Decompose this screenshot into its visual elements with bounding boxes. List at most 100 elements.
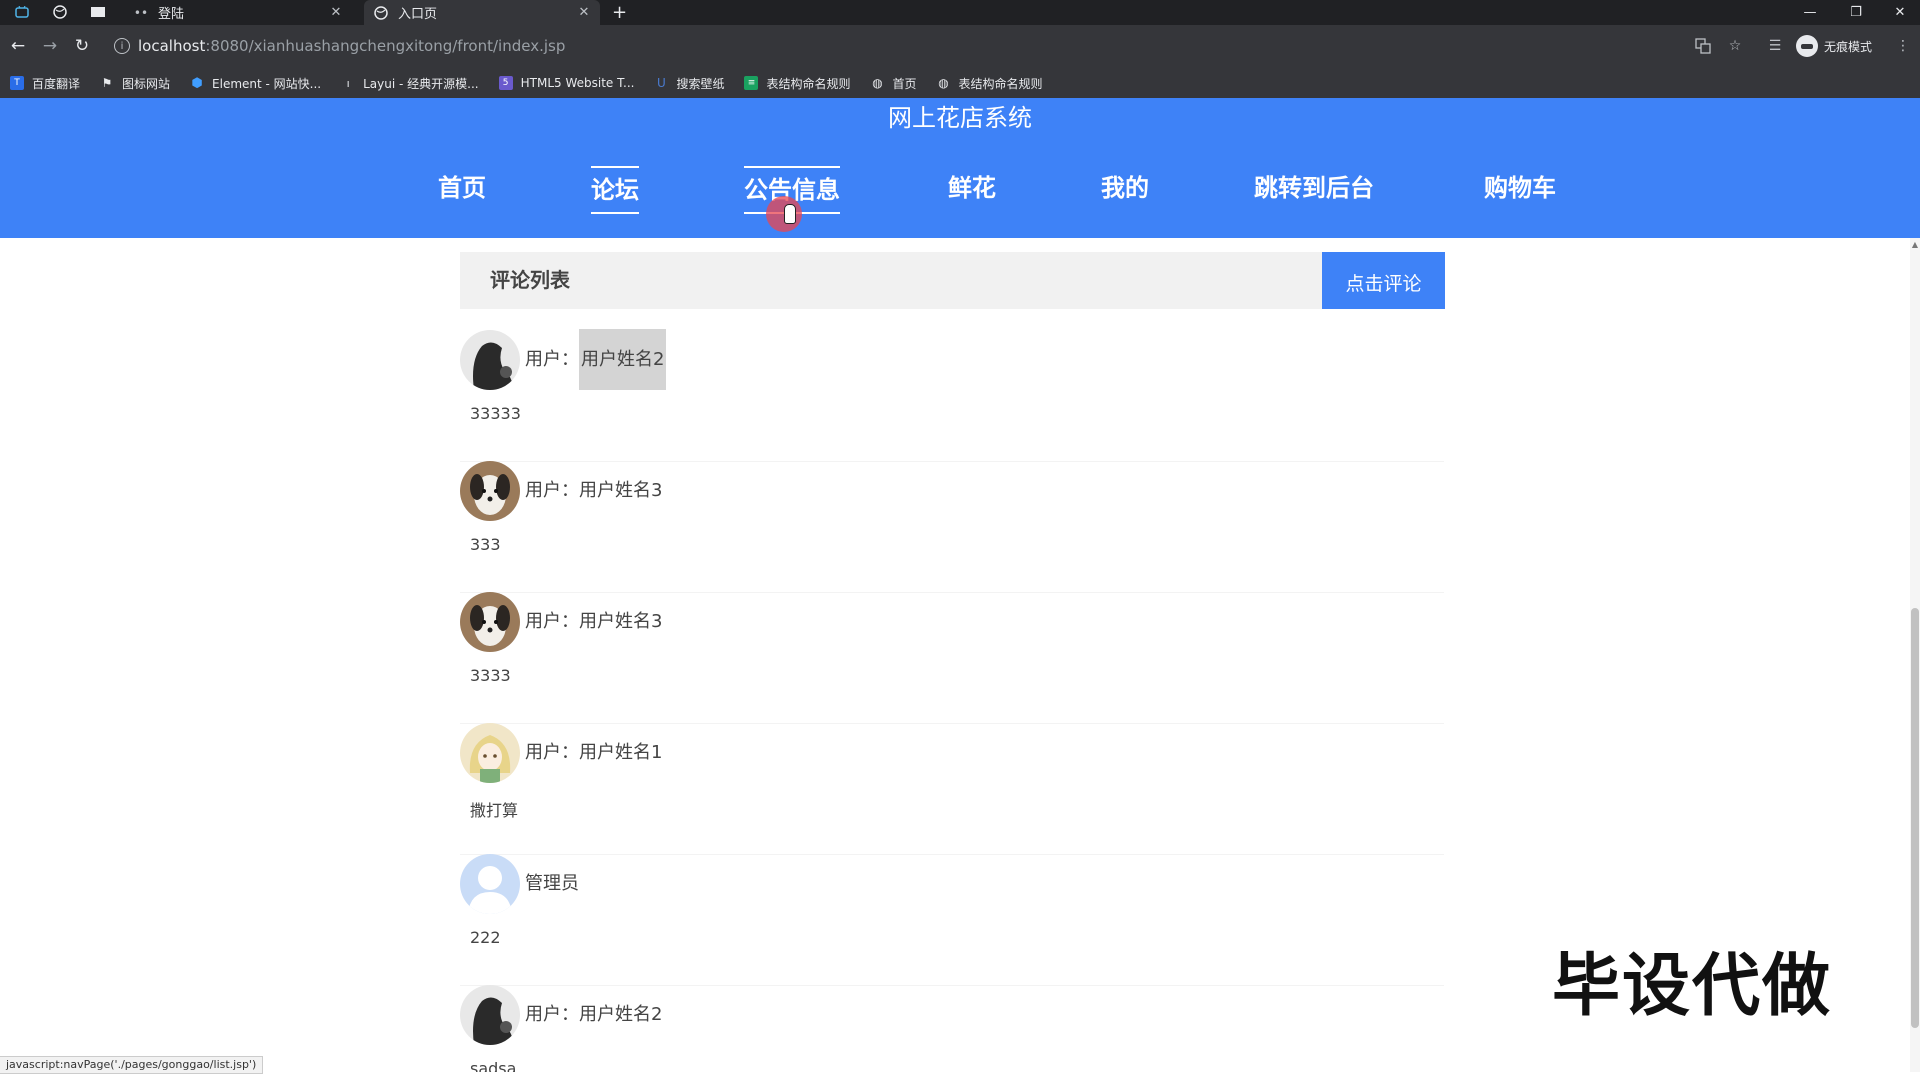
flag-icon: ⚑ — [101, 76, 113, 90]
comment-text: 3333 — [470, 666, 511, 685]
bookmark-html5[interactable]: 5 HTML5 Website T... — [498, 76, 635, 90]
comment-text: 333 — [470, 535, 501, 554]
globe-icon — [374, 5, 388, 20]
address-bar: ← → ↻ i localhost:8080/xianhuashangcheng… — [0, 25, 1920, 68]
comment-user: 管理员 — [525, 854, 579, 914]
layui-icon: ı — [346, 76, 350, 90]
user-prefix: 用户： — [525, 480, 579, 501]
bookmark-baidu-translate[interactable]: T 百度翻译 — [10, 75, 80, 92]
translate-icon[interactable] — [1694, 37, 1712, 55]
bookmark-label: Element - 网站快... — [212, 76, 322, 91]
menu-icon[interactable]: ⋮ — [1894, 37, 1912, 55]
comment-text: 222 — [470, 928, 501, 947]
new-tab-icon[interactable]: + — [612, 2, 627, 23]
comment-item: 用户：用户姓名3 333 — [460, 461, 1444, 593]
bookmark-wallpaper[interactable]: U 搜索壁纸 — [654, 75, 724, 92]
wallpaper-icon: U — [657, 76, 666, 90]
close-icon[interactable]: ✕ — [576, 5, 592, 20]
bookmark-label: Layui - 经典开源模... — [363, 76, 479, 91]
url-host: localhost — [138, 37, 206, 55]
user-name: 用户姓名3 — [579, 480, 663, 501]
user-prefix: 用户： — [525, 611, 579, 632]
browser-tab-bar: •• 登陆 ✕ 入口页 ✕ + — ❐ ✕ — [0, 0, 1920, 25]
comment-user: 用户：用户姓名2 — [525, 985, 662, 1045]
comment-user: 用户：用户姓名2 — [525, 329, 667, 390]
bilibili-icon[interactable] — [14, 4, 30, 20]
bookmark-label: 表结构命名规则 — [766, 76, 851, 91]
window-icon[interactable] — [90, 4, 106, 20]
comment-list-title: 评论列表 — [490, 268, 570, 292]
comment-user: 用户：用户姓名3 — [525, 461, 662, 521]
globe-icon: ◍ — [938, 76, 949, 90]
user-name: 用户姓名3 — [579, 611, 663, 632]
bookmark-label: 搜索壁纸 — [676, 76, 725, 91]
globe-icon: ◍ — [872, 76, 883, 90]
user-prefix: 用户： — [525, 349, 579, 370]
bookmark-label: 图标网站 — [122, 76, 171, 91]
close-icon[interactable]: ✕ — [328, 5, 344, 20]
restore-icon[interactable]: ❐ — [1836, 0, 1876, 25]
watermark: 毕设代做 — [1552, 947, 1833, 1026]
comment-user: 用户：用户姓名1 — [525, 723, 662, 783]
reading-list-icon[interactable]: ☰ — [1766, 37, 1784, 55]
minimize-icon[interactable]: — — [1790, 0, 1830, 25]
add-comment-button[interactable]: 点击评论 — [1322, 252, 1445, 309]
nav-cart[interactable]: 购物车 — [1484, 166, 1556, 210]
user-name: 用户姓名1 — [579, 742, 663, 763]
avatar — [460, 854, 520, 914]
incognito-indicator[interactable]: 无痕模式 — [1796, 35, 1872, 57]
tab-entry[interactable]: 入口页 ✕ — [364, 0, 600, 25]
star-icon[interactable]: ☆ — [1726, 37, 1744, 55]
bookmark-icon-site[interactable]: ⚑ 图标网站 — [100, 75, 170, 92]
dots-icon: •• — [133, 5, 149, 20]
nav-admin[interactable]: 跳转到后台 — [1254, 166, 1374, 210]
nav-mine[interactable]: 我的 — [1101, 166, 1149, 210]
bookmark-element[interactable]: ⬢ Element - 网站快... — [190, 75, 321, 92]
comment-text: sadsa — [470, 1059, 517, 1072]
bookmark-layui[interactable]: ı Layui - 经典开源模... — [341, 75, 479, 92]
user-name: 用户姓名2 — [579, 329, 667, 390]
url-path: :8080/xianhuashangchengxitong/front/inde… — [205, 37, 566, 55]
avatar — [460, 461, 520, 521]
user-prefix: 用户： — [525, 1004, 579, 1025]
element-icon: ⬢ — [191, 75, 203, 91]
nav-flowers[interactable]: 鲜花 — [948, 166, 996, 210]
reload-icon[interactable]: ↻ — [72, 36, 92, 56]
comment-item: 用户：用户姓名2 sadsa — [460, 985, 1444, 1072]
tab-login[interactable]: •• 登陆 ✕ — [124, 0, 352, 25]
bookmarks-bar: T 百度翻译 ⚑ 图标网站 ⬢ Element - 网站快... ı Layui - 经… — [0, 68, 1920, 99]
sheet-icon: ≡ — [744, 76, 759, 90]
bookmark-home[interactable]: ◍ 首页 — [870, 75, 916, 92]
comment-item: 管理员 222 — [460, 854, 1444, 986]
bookmark-table-naming[interactable]: ≡ 表结构命名规则 — [744, 75, 850, 92]
avatar — [460, 330, 520, 390]
url-input[interactable]: i localhost:8080/xianhuashangchengxitong… — [104, 31, 1664, 61]
info-icon[interactable]: i — [114, 38, 130, 54]
forward-icon[interactable]: → — [40, 36, 60, 56]
avatar — [460, 592, 520, 652]
bookmark-label: 首页 — [892, 76, 917, 91]
back-icon[interactable]: ← — [8, 36, 28, 56]
bookmark-table-naming-2[interactable]: ◍ 表结构命名规则 — [937, 75, 1043, 92]
comment-item: 用户： 用户姓名2 33333 — [460, 329, 1444, 462]
nav-forum[interactable]: 论坛 — [591, 166, 639, 214]
close-window-icon[interactable]: ✕ — [1880, 0, 1920, 25]
avatar — [460, 723, 520, 783]
comment-item: 用户：用户姓名1 撒打算 — [460, 723, 1444, 855]
comment-list-header: 评论列表 — [460, 252, 1322, 309]
tab-label: 登陆 — [158, 7, 185, 22]
site-header: 网上花店系统 首页 论坛 公告信息 鲜花 我的 跳转到后台 购物车 — [0, 98, 1920, 238]
incognito-icon — [1796, 35, 1818, 57]
site-title: 网上花店系统 — [888, 104, 1032, 132]
status-bar: javascript:navPage('./pages/gonggao/list… — [0, 1056, 264, 1074]
bookmark-label: HTML5 Website T... — [520, 76, 635, 90]
scroll-up-icon[interactable]: ▲ — [1911, 240, 1919, 249]
nav-home[interactable]: 首页 — [438, 166, 486, 210]
globe-icon[interactable] — [52, 4, 68, 20]
baidu-translate-icon: T — [10, 76, 24, 90]
comment-text: 33333 — [470, 404, 521, 423]
incognito-label: 无痕模式 — [1824, 39, 1873, 54]
comment-text: 撒打算 — [470, 801, 519, 820]
scrollbar-thumb[interactable] — [1911, 608, 1919, 1028]
bookmark-label: 表结构命名规则 — [958, 76, 1043, 91]
